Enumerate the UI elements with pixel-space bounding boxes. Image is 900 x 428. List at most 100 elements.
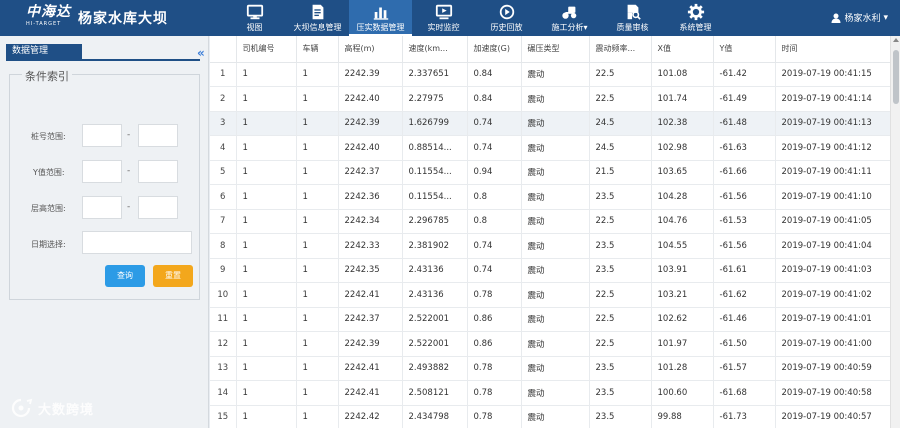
vehicle-cell: 1 (296, 86, 339, 112)
table-row[interactable]: 9 1 1 2242.35 2.43136 0.74 震动 23.5 103.91 -61.61 2… (210, 258, 891, 283)
y-cell: -61.62 (713, 282, 776, 308)
table-row[interactable]: 14 1 1 2242.41 2.508121 0.78 震动 23.5 100.60 -61.6… (210, 380, 891, 406)
speed-cell: 2.434798 (402, 405, 468, 428)
table-row[interactable]: 5 1 1 2242.37 0.11554... 0.94 震动 21.5 103.65 -61.… (210, 160, 891, 185)
data-table-area: 司机编号 车辆 高程(m) 速度(km... 加速度(G) 碾压类型 震动频率.… (210, 36, 900, 428)
nav-item-quality-review[interactable]: 质量审核 (601, 0, 664, 36)
y-cell: -61.63 (713, 135, 776, 161)
roll-type-cell: 震动 (521, 258, 590, 283)
driver-cell: 1 (236, 258, 297, 283)
row-index: 11 (210, 307, 237, 332)
document-icon (312, 4, 323, 20)
vibration-freq-cell: 21.5 (589, 160, 652, 185)
col-header-speed[interactable]: 速度(km... (402, 36, 468, 63)
col-header-acceleration[interactable]: 加速度(G) (467, 36, 522, 63)
table-header-row: 司机编号 车辆 高程(m) 速度(km... 加速度(G) 碾压类型 震动频率.… (210, 36, 891, 63)
table-row[interactable]: 10 1 1 2242.41 2.43136 0.78 震动 22.5 103.21 -61.62… (210, 282, 891, 308)
watermark-text: 大数跨境 (38, 402, 95, 418)
elevation-cell: 2242.39 (338, 111, 403, 136)
vibration-freq-cell: 23.5 (589, 405, 652, 428)
roll-type-cell: 震动 (521, 160, 590, 185)
acceleration-cell: 0.78 (467, 356, 522, 381)
user-menu[interactable]: 杨家水利 ▾ (831, 11, 888, 24)
table-row[interactable]: 3 1 1 2242.39 1.626799 0.74 震动 24.5 102.38 -61.48… (210, 111, 891, 136)
acceleration-cell: 0.78 (467, 405, 522, 428)
acceleration-cell: 0.8 (467, 184, 522, 210)
collapse-sidebar-icon[interactable]: « (197, 47, 205, 59)
col-header-time[interactable]: 时间 (775, 36, 891, 63)
x-cell: 104.28 (651, 184, 714, 210)
nav-item-view[interactable]: 视图 (223, 0, 286, 36)
row-index: 3 (210, 111, 237, 136)
driver-cell: 1 (236, 380, 297, 406)
speed-cell: 2.522001 (402, 331, 468, 357)
table-row[interactable]: 7 1 1 2242.34 2.296785 0.8 震动 22.5 104.76 -61.53 2… (210, 209, 891, 234)
query-button[interactable]: 查询 (105, 265, 145, 287)
elevation-cell: 2242.37 (338, 160, 403, 185)
vertical-scrollbar[interactable] (890, 36, 900, 428)
table-row[interactable]: 13 1 1 2242.41 2.493882 0.78 震动 23.5 101.28 -61.5… (210, 356, 891, 381)
table-row[interactable]: 1 1 1 2242.39 2.337651 0.84 震动 22.5 101.08 -61.42… (210, 62, 891, 87)
date-input[interactable] (82, 231, 192, 254)
time-cell: 2019-07-19 00:41:13 (775, 111, 891, 136)
time-cell: 2019-07-19 00:41:04 (775, 233, 891, 259)
pile-range-max-input[interactable] (138, 124, 178, 147)
acceleration-cell: 0.74 (467, 258, 522, 283)
col-header-vehicle[interactable]: 车辆 (296, 36, 339, 63)
nav-item-history-replay[interactable]: 历史回放 (475, 0, 538, 36)
scrollbar-thumb[interactable] (893, 50, 899, 104)
row-index: 4 (210, 135, 237, 161)
table-row[interactable]: 6 1 1 2242.36 0.11554... 0.8 震动 23.5 104.28 -61.5… (210, 184, 891, 210)
height-range-min-input[interactable] (82, 196, 122, 219)
speed-cell: 2.493882 (402, 356, 468, 381)
col-header-roll-type[interactable]: 碾压类型 (521, 36, 590, 63)
table-row[interactable]: 15 1 1 2242.42 2.434798 0.78 震动 23.5 99.88 -61.73… (210, 405, 891, 428)
vehicle-cell: 1 (296, 135, 339, 161)
acceleration-cell: 0.84 (467, 86, 522, 112)
table-row[interactable]: 12 1 1 2242.39 2.522001 0.86 震动 22.5 101.97 -61.5… (210, 331, 891, 357)
speed-cell: 2.508121 (402, 380, 468, 406)
roll-type-cell: 震动 (521, 356, 590, 381)
table-row[interactable]: 4 1 1 2242.40 0.88514... 0.74 震动 24.5 102.98 -61.… (210, 135, 891, 161)
col-header-driver[interactable]: 司机编号 (236, 36, 297, 63)
row-index: 8 (210, 233, 237, 259)
scroll-up-icon[interactable] (893, 38, 899, 42)
y-range-max-input[interactable] (138, 160, 178, 183)
vehicle-cell: 1 (296, 233, 339, 259)
nav-item-system-settings[interactable]: 系统管理 (664, 0, 727, 36)
x-cell: 104.76 (651, 209, 714, 234)
nav-item-compaction-data[interactable]: 压实数据管理 (349, 0, 412, 36)
x-cell: 100.60 (651, 380, 714, 406)
time-cell: 2019-07-19 00:41:15 (775, 62, 891, 87)
pile-range-min-input[interactable] (82, 124, 122, 147)
col-header-vibration-freq[interactable]: 震动频率... (589, 36, 652, 63)
acceleration-cell: 0.86 (467, 331, 522, 357)
roll-type-cell: 震动 (521, 405, 590, 428)
watermark: 大数跨境 (8, 398, 94, 418)
table-row[interactable]: 8 1 1 2242.33 2.381902 0.74 震动 23.5 104.55 -61.56… (210, 233, 891, 259)
reset-button[interactable]: 重置 (153, 265, 193, 287)
nav-item-realtime-monitor[interactable]: 实时监控 (412, 0, 475, 36)
x-cell: 102.98 (651, 135, 714, 161)
col-header-x[interactable]: X值 (651, 36, 714, 63)
elevation-cell: 2242.40 (338, 135, 403, 161)
nav-label: 视图 (246, 23, 263, 32)
height-range-max-input[interactable] (138, 196, 178, 219)
vehicle-cell: 1 (296, 307, 339, 332)
table-row[interactable]: 2 1 1 2242.40 2.27975 0.84 震动 22.5 101.74 -61.49 2… (210, 86, 891, 112)
acceleration-cell: 0.84 (467, 62, 522, 87)
sidebar-header: 数据管理 (6, 44, 200, 61)
tab-data-management[interactable]: 数据管理 (6, 44, 82, 59)
y-range-min-input[interactable] (82, 160, 122, 183)
data-table: 司机编号 车辆 高程(m) 速度(km... 加速度(G) 碾压类型 震动频率.… (210, 36, 891, 428)
table-row[interactable]: 11 1 1 2242.37 2.522001 0.86 震动 22.5 102.62 -61.4… (210, 307, 891, 332)
vehicle-cell: 1 (296, 331, 339, 357)
nav-item-dam-info[interactable]: 大坝信息管理 (286, 0, 349, 36)
nav-item-construction-analysis[interactable]: 施工分析▾ (538, 0, 601, 36)
col-header-elevation[interactable]: 高程(m) (338, 36, 403, 63)
x-cell: 102.38 (651, 111, 714, 136)
col-header-y[interactable]: Y值 (713, 36, 776, 63)
app-title: 杨家水库大坝 (78, 11, 168, 27)
roll-type-cell: 震动 (521, 184, 590, 210)
x-cell: 103.21 (651, 282, 714, 308)
